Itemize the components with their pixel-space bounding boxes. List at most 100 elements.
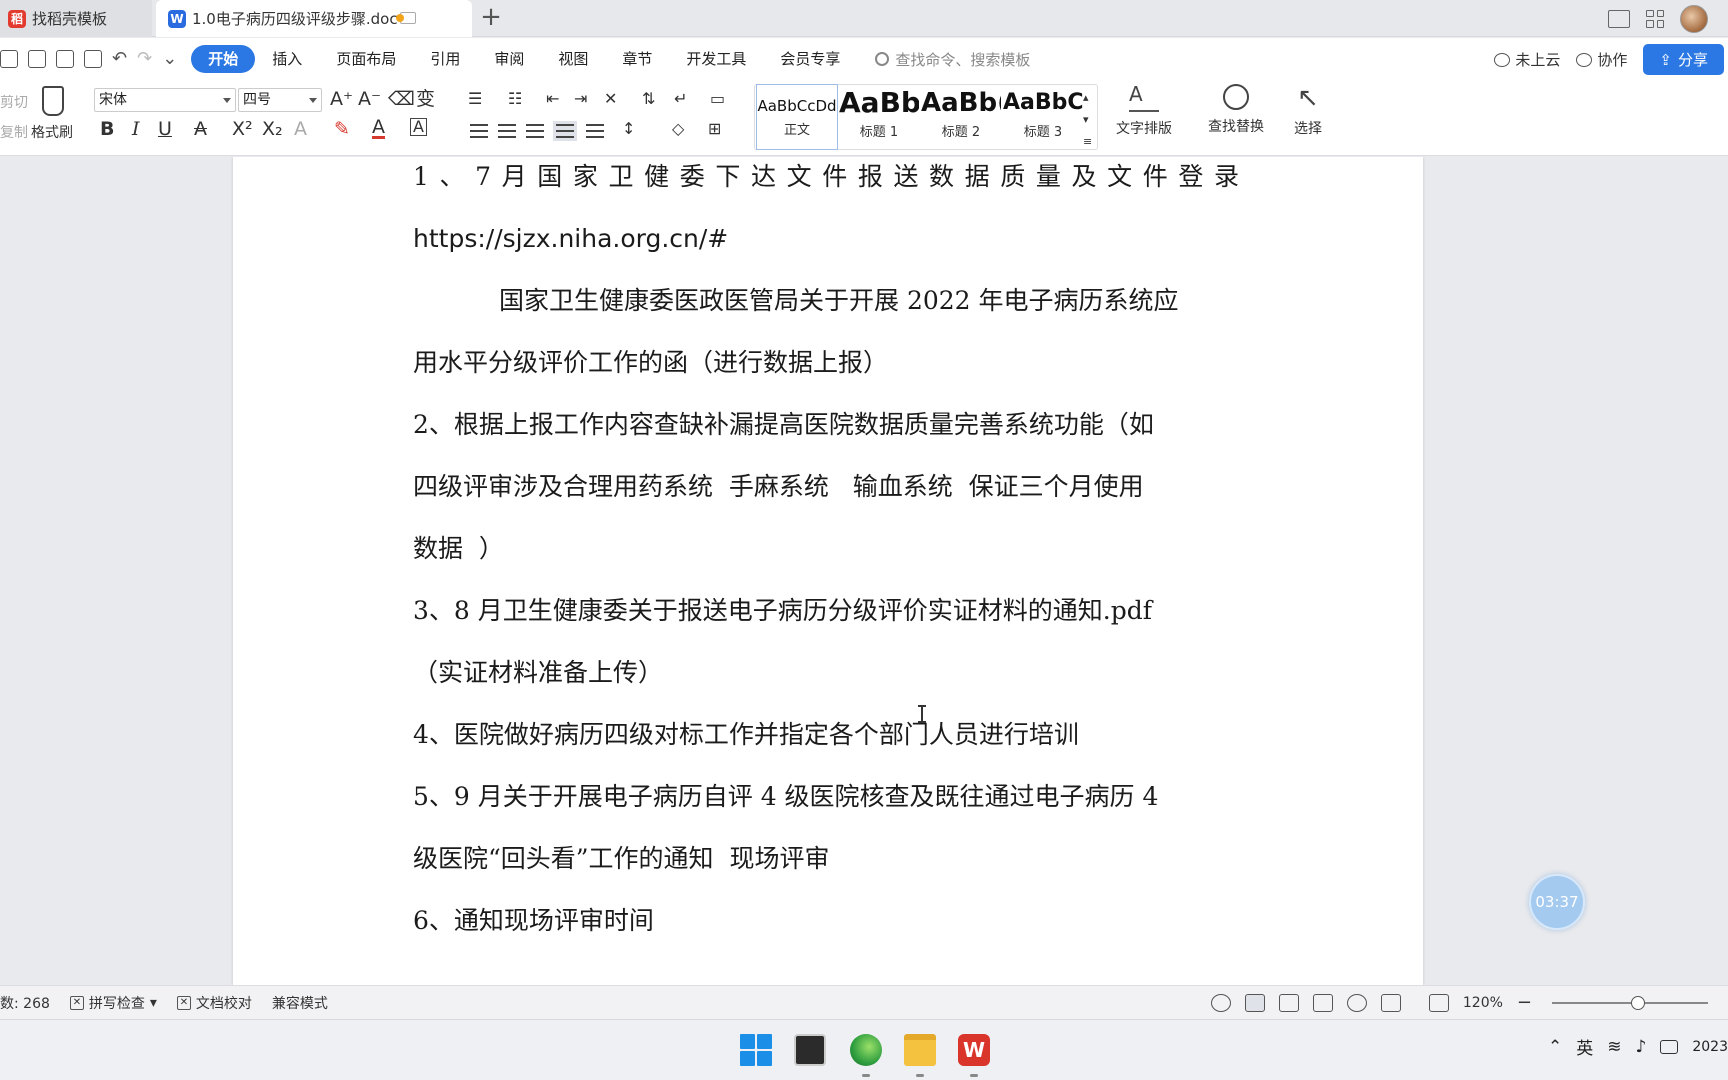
cut-button[interactable]: 剪切 (0, 92, 28, 112)
doc-line-6[interactable]: 四级评审涉及合理用药系统 手麻系统 输血系统 保证三个月使用 (413, 471, 1245, 503)
zoom-slider-handle[interactable] (1630, 995, 1645, 1010)
print-preview-icon[interactable] (84, 50, 102, 68)
redo-icon[interactable]: ↷ (137, 50, 152, 68)
format-painter-button[interactable]: 格式刷 (31, 122, 73, 142)
style-heading-2[interactable]: AaBb( 标题 2 (921, 85, 1001, 149)
doc-proof-button[interactable]: ✕ 文档校对 (176, 993, 252, 1013)
align-right-icon[interactable] (526, 124, 544, 138)
spell-check-button[interactable]: ✕ 拼写检查 ▾ (69, 993, 157, 1013)
underline-icon[interactable]: U (158, 118, 172, 140)
align-left-icon[interactable] (470, 124, 488, 138)
strikethrough-icon[interactable]: A (194, 118, 207, 140)
save-icon[interactable] (0, 50, 18, 68)
bullets-icon[interactable]: ☰ (468, 88, 482, 110)
zoom-out-icon[interactable]: − (1517, 992, 1532, 1013)
zoom-level[interactable]: 120% (1463, 995, 1503, 1011)
gallery-scroll-icon[interactable]: ▴ ▾ ≡ (1083, 87, 1092, 153)
clock[interactable]: 2023 (1692, 1039, 1728, 1055)
recording-timer[interactable]: 03:37 (1529, 874, 1585, 930)
grow-font-icon[interactable]: A⁺ (330, 88, 353, 110)
input-language[interactable]: 英 (1576, 1034, 1593, 1059)
menu-page-layout[interactable]: 页面布局 (319, 45, 413, 73)
increase-indent-icon[interactable]: ⇥ (574, 88, 587, 110)
terminal-icon[interactable] (794, 1034, 826, 1066)
edge-browser-icon[interactable] (850, 1034, 882, 1066)
style-heading-1[interactable]: AaBb 标题 1 (839, 85, 919, 149)
outline-view-icon[interactable] (1278, 993, 1299, 1012)
highlight-icon[interactable]: ✎ (334, 118, 350, 140)
ruler-icon[interactable]: ▭ (710, 88, 725, 110)
fit-page-icon[interactable] (1428, 993, 1449, 1012)
superscript-icon[interactable]: X² (232, 118, 253, 140)
export-pdf-icon[interactable] (28, 50, 46, 68)
show-marks-icon[interactable]: ↵ (674, 88, 687, 110)
layout-icon[interactable] (1608, 9, 1630, 28)
wps-office-icon[interactable]: W (958, 1034, 990, 1066)
copy-button[interactable]: 复制 (0, 122, 28, 142)
italic-icon[interactable]: I (132, 118, 140, 140)
avatar[interactable] (1680, 4, 1708, 33)
char-border-icon[interactable]: A (410, 118, 427, 136)
write-view-icon[interactable] (1380, 993, 1401, 1012)
chevron-down-icon[interactable]: ⌄ (162, 50, 177, 68)
tab-current-document[interactable]: W 1.0电子病历四级评级步骤.doc (156, 0, 472, 37)
menu-review[interactable]: 审阅 (477, 45, 541, 73)
web-view-icon[interactable] (1346, 993, 1367, 1012)
undo-icon[interactable]: ↶ (112, 50, 127, 68)
new-tab-button[interactable]: + (478, 4, 504, 31)
doc-line-url[interactable]: https://sjzx.niha.org.cn/# (413, 223, 1245, 255)
find-replace-button[interactable]: 查找替换 (1208, 84, 1264, 136)
document-workspace[interactable]: 1、7月国家卫健委下达文件报送数据质量及文件登录 https://sjzx.ni… (0, 157, 1728, 985)
word-count[interactable]: 字数: 268 (0, 993, 50, 1013)
menu-home[interactable]: 开始 (191, 45, 256, 73)
doc-line-13[interactable]: 6、通知现场评审时间 (413, 905, 1245, 937)
doc-line-8[interactable]: 3、8 月卫生健康委关于报送电子病历分级评价实证材料的通知.pdf (413, 595, 1245, 627)
distributed-align-icon[interactable] (586, 124, 604, 138)
wifi-icon[interactable]: ≋ (1607, 1037, 1621, 1057)
shading-icon[interactable]: ◇ (672, 118, 684, 140)
doc-line-5[interactable]: 2、根据上报工作内容查缺补漏提高医院数据质量完善系统功能（如 (413, 409, 1245, 441)
subscript-icon[interactable]: X₂ (262, 118, 283, 140)
zoom-slider[interactable] (1552, 995, 1708, 1010)
menu-member[interactable]: 会员专享 (763, 45, 857, 73)
bold-icon[interactable]: B (100, 118, 114, 140)
doc-line-10[interactable]: 4、医院做好病历四级对标工作并指定各个部门人员进行培训 (413, 719, 1245, 751)
text-effect-icon[interactable]: A (294, 118, 307, 140)
doc-line-1[interactable]: 1、7月国家卫健委下达文件报送数据质量及文件登录 (413, 161, 1245, 193)
doc-line-7[interactable]: 数据 ） (413, 533, 1245, 565)
phonetic-guide-icon[interactable]: 变 (416, 88, 435, 110)
menu-view[interactable]: 视图 (541, 45, 605, 73)
numbering-icon[interactable]: ☷ (508, 88, 522, 110)
battery-icon[interactable] (1660, 1039, 1679, 1054)
doc-line-3[interactable]: 国家卫生健康委医政医管局关于开展 2022 年电子病历系统应 (413, 285, 1245, 317)
select-button[interactable]: ↖ 选择 (1294, 84, 1322, 138)
menu-developer[interactable]: 开发工具 (669, 45, 763, 73)
font-color-icon[interactable]: A (372, 118, 385, 139)
command-search[interactable]: 查找命令、搜索模板 (875, 49, 1030, 70)
windows-start-icon[interactable] (740, 1034, 772, 1066)
page-view-icon[interactable] (1244, 993, 1265, 1012)
shrink-font-icon[interactable]: A⁻ (358, 88, 381, 110)
align-center-icon[interactable] (498, 124, 516, 138)
cloud-status-button[interactable]: 未上云 (1494, 49, 1560, 70)
doc-line-9[interactable]: （实证材料准备上传） (413, 657, 1245, 689)
tab-docer-templates[interactable]: 稻 找稻壳模板 (0, 0, 152, 37)
document-page[interactable]: 1、7月国家卫健委下达文件报送数据质量及文件登录 https://sjzx.ni… (233, 157, 1423, 985)
style-normal[interactable]: AaBbCcDd 正文 (756, 84, 838, 150)
format-painter-icon[interactable] (42, 86, 64, 116)
file-explorer-icon[interactable] (904, 1034, 936, 1066)
doc-line-4[interactable]: 用水平分级评价工作的函（进行数据上报） (413, 347, 1245, 379)
menu-references[interactable]: 引用 (413, 45, 477, 73)
doc-line-12[interactable]: 级医院“回头看”工作的通知 现场评审 (413, 843, 1245, 875)
font-name-select[interactable]: 宋体 (94, 88, 236, 112)
line-spacing-icon[interactable]: ↕ (622, 118, 635, 140)
borders-icon[interactable]: ⊞ (708, 118, 721, 140)
print-icon[interactable] (56, 50, 74, 68)
volume-icon[interactable]: ♪ (1636, 1037, 1647, 1057)
menu-insert[interactable]: 插入 (255, 45, 319, 73)
font-size-select[interactable]: 四号 (238, 88, 322, 112)
sort-icon[interactable]: ⇅ (642, 88, 655, 110)
decrease-indent-icon[interactable]: ⇤ (546, 88, 559, 110)
share-button[interactable]: ⇪ 分享 (1643, 44, 1724, 75)
apps-grid-icon[interactable] (1646, 9, 1664, 28)
